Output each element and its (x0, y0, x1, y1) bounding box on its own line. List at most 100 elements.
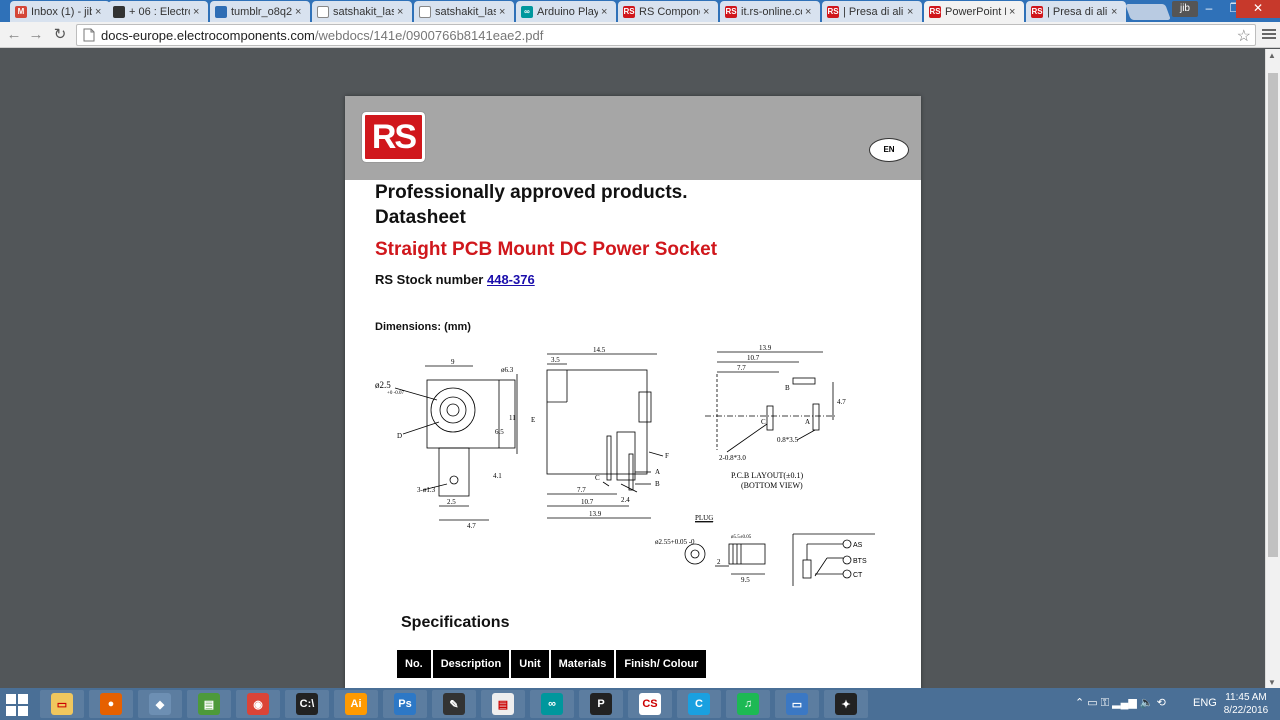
browser-tab[interactable]: RS PowerPoint P × (924, 1, 1024, 22)
illustrator-icon[interactable]: Ai (334, 690, 378, 718)
close-window-button[interactable]: ✕ (1236, 0, 1280, 18)
scrollbar-thumb[interactable] (1268, 73, 1278, 557)
dim-label: 13.9 (589, 510, 602, 518)
bookmark-star-icon[interactable]: ☆ (1237, 26, 1251, 46)
scroll-up-icon[interactable]: ▲ (1268, 51, 1276, 60)
app-icon[interactable]: ◆ (138, 690, 182, 718)
tab-title: Arduino Playg (537, 5, 598, 18)
browser-tab[interactable]: RS | Presa di alin × (1026, 1, 1126, 22)
input-language[interactable]: ENG (1193, 697, 1217, 709)
clock-time: 11:45 AM (1225, 692, 1267, 703)
close-tab-icon[interactable]: × (907, 6, 917, 18)
rs-icon: RS (1031, 5, 1043, 18)
firefox-icon[interactable]: ● (89, 690, 133, 718)
photoshop-glyph: Ps (394, 693, 416, 715)
reload-button[interactable]: ↻ (50, 25, 70, 45)
slicer-glyph: ✦ (835, 693, 857, 715)
schematic-label: AS (853, 542, 863, 549)
gmail-icon: M (15, 5, 27, 18)
close-tab-icon[interactable]: × (95, 6, 105, 18)
dim-label: ø2.5 (375, 380, 391, 390)
eagle-icon[interactable]: CS (628, 690, 672, 718)
close-tab-icon[interactable]: × (1111, 6, 1121, 18)
arduino-icon[interactable]: ∞ (530, 690, 574, 718)
dim-label: A (655, 468, 660, 476)
browser-tab[interactable]: satshakit_lase× (312, 1, 412, 22)
chrome-icon[interactable]: ◉ (236, 690, 280, 718)
app-glyph: ◆ (149, 693, 171, 715)
stock-number-link[interactable]: 448-376 (487, 272, 535, 287)
browser-tab[interactable]: ∞ Arduino Playg× (516, 1, 616, 22)
rs-logo: RS (361, 111, 426, 163)
close-tab-icon[interactable]: × (295, 6, 305, 18)
tab-title: + 06 : Electro (129, 5, 190, 18)
dim-label: 10.7 (581, 498, 594, 506)
windows-start-button[interactable] (6, 694, 28, 716)
stock-label: RS Stock number (375, 272, 484, 287)
browser-tab[interactable]: + 06 : Electro × (108, 1, 208, 22)
browser-tab-strip: M Inbox (1) - jib × + 06 : Electro × tumblr_o… (0, 0, 1280, 22)
rs-icon: RS (827, 5, 839, 18)
browser-tab[interactable]: RS | Presa di alin × (822, 1, 922, 22)
monitor-icon[interactable]: ▭ (775, 690, 819, 718)
browser-tab[interactable]: RS it.rs-online.co × (720, 1, 820, 22)
arduino-glyph: ∞ (541, 693, 563, 715)
dim-label: 2.5 (447, 498, 456, 506)
dim-label: ø6.3 (501, 366, 514, 374)
close-tab-icon[interactable]: × (397, 6, 407, 18)
dim-label: F (665, 452, 669, 460)
clock-date: 8/22/2016 (1223, 705, 1269, 716)
inkscape-icon[interactable]: ✎ (432, 690, 476, 718)
dim-label: 2.4 (621, 496, 630, 504)
address-bar[interactable]: docs-europe.electrocomponents.com/webdoc… (76, 24, 1256, 46)
document-icon (317, 5, 329, 18)
dim-label: 2 (717, 558, 721, 566)
spotify-icon[interactable]: ♫ (726, 690, 770, 718)
processing-icon[interactable]: P (579, 690, 623, 718)
browser-menu-icon[interactable] (1262, 27, 1276, 43)
rs-icon: RS (623, 5, 635, 18)
stock-number-line: RS Stock number 448-376 (375, 272, 535, 287)
file-explorer-icon[interactable]: ▭ (40, 690, 84, 718)
dim-label: 13.9 (759, 344, 772, 352)
user-profile-button[interactable]: jib (1172, 1, 1198, 17)
scroll-down-icon[interactable]: ▼ (1268, 678, 1276, 687)
close-tab-icon[interactable]: × (601, 6, 611, 18)
clock[interactable]: 11:45 AM 8/22/2016 (1222, 691, 1270, 717)
close-tab-icon[interactable]: × (193, 6, 203, 18)
browser-tab[interactable]: satshakit_lase× (414, 1, 514, 22)
browser-tab[interactable]: tumblr_o8q2 × (210, 1, 310, 22)
dim-label: ø2.55+0.05 -0 (655, 538, 695, 546)
tab-title: tumblr_o8q2 (231, 5, 292, 18)
dimensions-label: Dimensions: (mm) (375, 321, 471, 333)
dim-label: 9.5 (741, 576, 750, 584)
photoshop-icon[interactable]: Ps (383, 690, 427, 718)
browser-tab[interactable]: M Inbox (1) - jib × (10, 1, 110, 22)
tab-title: Inbox (1) - jib (31, 5, 92, 18)
notepad-glyph: ▤ (492, 693, 514, 715)
dim-label: 3-ø1.3 (417, 486, 436, 494)
dim-label: C (761, 418, 766, 426)
forward-button[interactable]: → (26, 25, 46, 45)
close-tab-icon[interactable]: × (499, 6, 509, 18)
vertical-scrollbar[interactable]: ▲ ▼ (1265, 49, 1280, 689)
minimize-button[interactable]: – (1196, 0, 1222, 18)
system-tray-icons[interactable]: ⌃ ▭ ⚿ ▂▄▆ 🔈 ⟲ (1075, 696, 1166, 710)
notepad-icon[interactable]: ▤ (481, 690, 525, 718)
terminal-icon[interactable]: C:\ (285, 690, 329, 718)
dim-label: 10.7 (747, 354, 760, 362)
close-tab-icon[interactable]: × (1009, 6, 1019, 18)
browser-tab[interactable]: RS RS Compone × (618, 1, 718, 22)
slicer-icon[interactable]: ✦ (824, 690, 868, 718)
close-tab-icon[interactable]: × (703, 6, 713, 18)
dim-label: 2-0.8*3.0 (719, 454, 746, 462)
eagle-glyph: CS (639, 693, 661, 715)
close-tab-icon[interactable]: × (805, 6, 815, 18)
rs-icon: RS (929, 5, 941, 18)
specifications-table: No. Description Unit Materials Finish/ C… (395, 648, 708, 680)
new-tab-button[interactable] (1125, 4, 1171, 20)
tab-title: PowerPoint P (945, 5, 1006, 18)
chart-app-icon[interactable]: ▤ (187, 690, 231, 718)
back-button[interactable]: ← (4, 25, 24, 45)
cura-icon[interactable]: C (677, 690, 721, 718)
